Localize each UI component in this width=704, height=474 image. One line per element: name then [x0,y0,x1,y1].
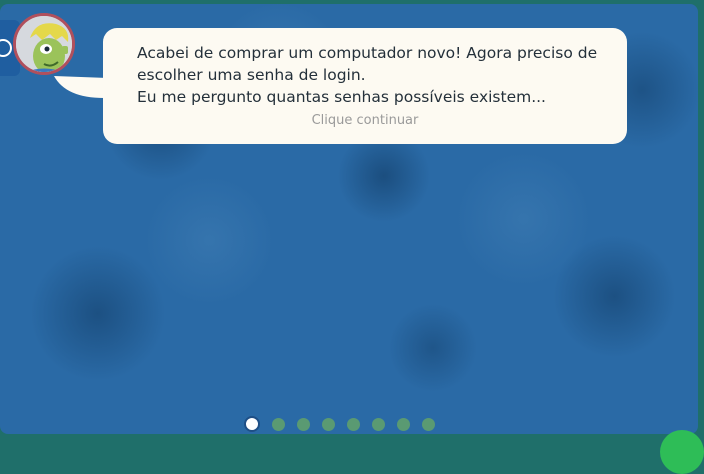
dialog-bubble[interactable]: Acabei de comprar um computador novo! Ag… [103,28,627,144]
next-button[interactable] [660,430,704,474]
character-avatar [13,13,75,75]
pagination-dot[interactable] [347,417,360,431]
pagination-dots [244,416,435,432]
pagination-dot[interactable] [272,417,285,431]
dialog-line: escolher uma senha de login. [137,66,366,84]
scene-background: Acabei de comprar um computador novo! Ag… [0,4,698,434]
pagination-dot[interactable] [322,417,335,431]
continue-hint[interactable]: Clique continuar [103,113,627,128]
dialog-line: Eu me pergunto quantas senhas possíveis … [137,88,546,106]
back-arrow-icon[interactable] [0,37,14,59]
pagination-dot[interactable] [297,417,310,431]
pagination-dot[interactable] [244,416,260,432]
pagination-dot[interactable] [397,417,410,431]
pagination-dot[interactable] [372,417,385,431]
dialog-line: Acabei de comprar um computador novo! Ag… [137,44,598,62]
pagination-dot[interactable] [422,417,435,431]
character-face-icon [16,16,72,72]
